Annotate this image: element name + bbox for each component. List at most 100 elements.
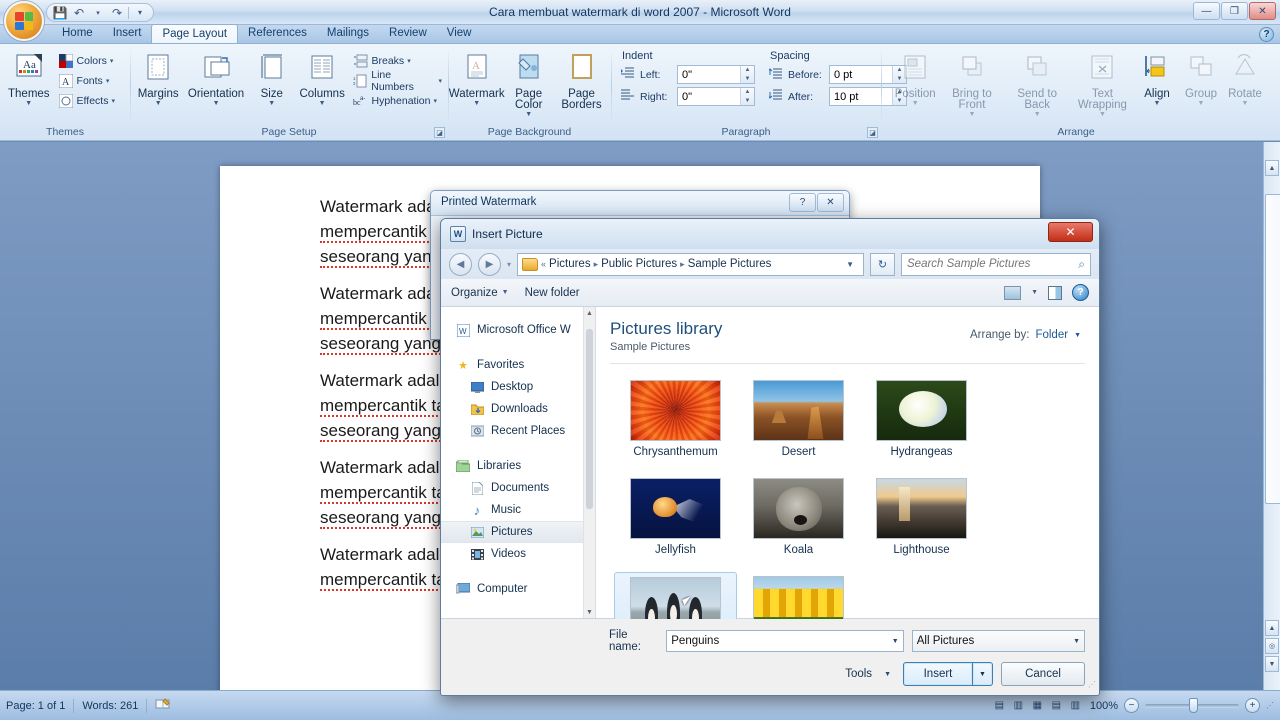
zoom-slider[interactable] bbox=[1145, 697, 1239, 713]
tab-page-layout[interactable]: Page Layout bbox=[151, 24, 239, 43]
page-indicator[interactable]: Page: 1 of 1 bbox=[6, 700, 65, 712]
chevron-down-icon[interactable]: ▼ bbox=[1067, 638, 1080, 645]
indent-left-stepper[interactable]: ▲▼ bbox=[677, 65, 755, 84]
page-borders-button[interactable]: Page Borders bbox=[556, 49, 607, 113]
chevron-down-icon[interactable]: ▾ bbox=[110, 57, 114, 65]
text-wrapping-button[interactable]: Text Wrapping ▼ bbox=[1070, 49, 1135, 120]
nav-item-documents[interactable]: Documents bbox=[441, 477, 595, 499]
columns-button[interactable]: Columns ▼ bbox=[296, 49, 349, 109]
zoom-in-button[interactable]: + bbox=[1245, 698, 1260, 713]
orientation-dropdown-arrow[interactable]: ▼ bbox=[213, 100, 220, 107]
cancel-button[interactable]: Cancel bbox=[1001, 662, 1085, 686]
tools-button[interactable]: Tools ▼ bbox=[845, 668, 895, 680]
position-button[interactable]: Position ▼ bbox=[891, 49, 939, 109]
file-name-combobox[interactable]: Penguins ▼ bbox=[666, 630, 904, 652]
file-type-combobox[interactable]: All Pictures ▼ bbox=[911, 630, 1085, 652]
breadcrumb-public-pictures[interactable]: Public Pictures bbox=[601, 258, 677, 270]
hyphenation-button[interactable]: bc a- Hyphenation ▾ bbox=[351, 91, 445, 111]
new-folder-button[interactable]: New folder bbox=[525, 287, 580, 299]
theme-fonts-button[interactable]: A Fonts ▾ bbox=[56, 71, 117, 91]
word-count[interactable]: Words: 261 bbox=[82, 700, 138, 712]
close-button[interactable]: ✕ bbox=[1249, 2, 1276, 20]
themes-dropdown-arrow[interactable]: ▼ bbox=[25, 100, 32, 107]
send-to-back-dropdown-arrow[interactable]: ▼ bbox=[1034, 111, 1041, 118]
bring-to-front-dropdown-arrow[interactable]: ▼ bbox=[969, 111, 976, 118]
bring-to-front-button[interactable]: Bring to Front ▼ bbox=[939, 49, 1004, 120]
breadcrumb-prefix[interactable]: « bbox=[541, 259, 546, 269]
tab-references[interactable]: References bbox=[238, 24, 317, 43]
nav-item-libraries[interactable]: Libraries bbox=[441, 455, 595, 477]
office-button[interactable] bbox=[4, 1, 44, 41]
file-item-jellyfish[interactable]: Jellyfish bbox=[614, 474, 737, 572]
indent-right-stepper[interactable]: ▲▼ bbox=[677, 87, 755, 106]
minimize-button[interactable]: — bbox=[1193, 2, 1220, 20]
breadcrumb-sample-pictures[interactable]: Sample Pictures bbox=[688, 258, 772, 270]
themes-button[interactable]: Aa Themes ▼ bbox=[4, 49, 54, 109]
page-color-dropdown-arrow[interactable]: ▼ bbox=[525, 111, 532, 118]
chevron-down-icon[interactable]: ▾ bbox=[407, 57, 411, 65]
theme-colors-button[interactable]: Colors ▾ bbox=[56, 51, 117, 71]
scroll-up-arrow[interactable]: ▲ bbox=[1265, 160, 1279, 176]
forward-arrow-icon[interactable]: ▶ bbox=[478, 252, 501, 276]
web-layout-icon[interactable]: ▦ bbox=[1029, 698, 1046, 713]
position-dropdown-arrow[interactable]: ▼ bbox=[912, 100, 919, 107]
chevron-down-icon[interactable]: ▾ bbox=[439, 77, 443, 85]
indent-left-input[interactable] bbox=[678, 66, 740, 83]
nav-item-microsoft-office-word[interactable]: W Microsoft Office W bbox=[441, 319, 595, 341]
align-dropdown-arrow[interactable]: ▼ bbox=[1154, 100, 1161, 107]
insert-dropdown-arrow[interactable]: ▼ bbox=[973, 662, 993, 686]
chevron-down-icon[interactable]: ▼ bbox=[884, 671, 891, 678]
close-icon[interactable]: ✕ bbox=[817, 193, 844, 212]
help-icon[interactable]: ? bbox=[1259, 27, 1274, 42]
file-item-lighthouse[interactable]: Lighthouse bbox=[860, 474, 983, 572]
select-browse-object-icon[interactable]: ◎ bbox=[1265, 638, 1279, 654]
margins-button[interactable]: Margins ▼ bbox=[134, 49, 182, 109]
arrange-by-value[interactable]: Folder bbox=[1035, 329, 1068, 341]
outline-icon[interactable]: ▤ bbox=[1048, 698, 1065, 713]
restore-button[interactable]: ❐ bbox=[1221, 2, 1248, 20]
breadcrumb-separator[interactable]: ▸ bbox=[680, 259, 685, 270]
file-list-pane[interactable]: Pictures library Sample Pictures Arrange… bbox=[596, 307, 1099, 670]
back-arrow-icon[interactable]: ◀ bbox=[449, 252, 472, 276]
navigation-pane[interactable]: W Microsoft Office W ★ Favorites Desktop… bbox=[441, 307, 596, 618]
rotate-dropdown-arrow[interactable]: ▼ bbox=[1242, 100, 1249, 107]
theme-effects-button[interactable]: Effects ▾ bbox=[56, 91, 117, 111]
arrange-by-control[interactable]: Arrange by: Folder ▼ bbox=[970, 329, 1081, 341]
chevron-down-icon[interactable]: ▼ bbox=[1031, 289, 1038, 296]
indent-right-input[interactable] bbox=[678, 88, 740, 105]
breadcrumb-pictures[interactable]: Pictures bbox=[549, 258, 591, 270]
zoom-out-button[interactable]: − bbox=[1124, 698, 1139, 713]
magnifier-icon[interactable]: ⌕ bbox=[1078, 257, 1085, 272]
rotate-button[interactable]: Rotate ▼ bbox=[1223, 49, 1267, 109]
line-numbers-button[interactable]: 12 Line Numbers ▾ bbox=[351, 69, 445, 93]
proofing-icon[interactable] bbox=[155, 697, 171, 714]
draft-icon[interactable]: ▥ bbox=[1067, 698, 1084, 713]
margins-dropdown-arrow[interactable]: ▼ bbox=[155, 100, 162, 107]
tab-mailings[interactable]: Mailings bbox=[317, 24, 379, 43]
nav-item-videos[interactable]: Videos bbox=[441, 543, 595, 565]
help-icon[interactable]: ? bbox=[789, 193, 816, 212]
paragraph-dialog-launcher[interactable]: ◪ bbox=[867, 127, 878, 138]
page-color-button[interactable]: Page Color ▼ bbox=[503, 49, 554, 120]
send-to-back-button[interactable]: Send to Back ▼ bbox=[1005, 49, 1070, 120]
watermark-button[interactable]: A Watermark ▼ bbox=[449, 49, 505, 109]
previous-page-button[interactable]: ▲ bbox=[1265, 620, 1279, 636]
tab-insert[interactable]: Insert bbox=[103, 24, 152, 43]
text-wrapping-dropdown-arrow[interactable]: ▼ bbox=[1099, 111, 1106, 118]
nav-item-computer[interactable]: Computer bbox=[441, 578, 595, 600]
group-button[interactable]: Group ▼ bbox=[1179, 49, 1223, 109]
close-button[interactable]: ✕ bbox=[1048, 222, 1093, 242]
scrollbar-thumb[interactable] bbox=[1265, 194, 1280, 504]
size-button[interactable]: Size ▼ bbox=[250, 49, 294, 109]
scroll-down-arrow[interactable]: ▼ bbox=[584, 606, 595, 618]
next-page-button[interactable]: ▼ bbox=[1265, 656, 1279, 672]
file-item-chrysanthemum[interactable]: Chrysanthemum bbox=[614, 376, 737, 474]
resize-grip-icon[interactable]: ⋰ bbox=[1088, 680, 1096, 689]
recent-pages-icon[interactable]: ▾ bbox=[507, 260, 511, 269]
refresh-icon[interactable]: ↻ bbox=[870, 252, 895, 276]
indent-right-spin-buttons[interactable]: ▲ ▼ bbox=[740, 88, 754, 105]
tab-review[interactable]: Review bbox=[379, 24, 437, 43]
file-item-desert[interactable]: Desert bbox=[737, 376, 860, 474]
search-box[interactable]: ⌕ bbox=[901, 252, 1091, 276]
tab-view[interactable]: View bbox=[437, 24, 482, 43]
